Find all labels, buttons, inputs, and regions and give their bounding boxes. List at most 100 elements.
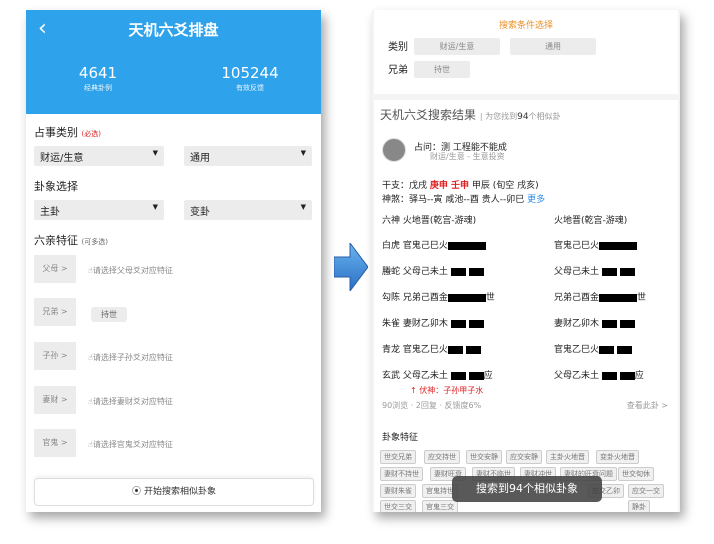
gua-select-changed[interactable]: 变卦 ▼ bbox=[184, 200, 312, 220]
right-yao-1: 官鬼己巳火 bbox=[554, 238, 638, 251]
stat-feedback-value: 105244 bbox=[221, 64, 279, 82]
yao-bar-broken bbox=[601, 319, 617, 328]
result-subtitle: | 为您找到94个相似卦 bbox=[480, 112, 561, 122]
relative-button-fumu[interactable]: 父母 > bbox=[34, 255, 76, 283]
relative-hint-guangui-text: 请选择官鬼爻对应特征 bbox=[92, 440, 173, 449]
stat-cases: 4641 经典卦例 bbox=[38, 64, 158, 93]
yao-bar-broken bbox=[616, 345, 632, 354]
left-yao-3: 勾陈 兄弟己酉金 世 bbox=[382, 290, 495, 303]
condition-title: 搜索条件选择 bbox=[498, 21, 553, 31]
shensha-more-link[interactable]: 更多 bbox=[527, 195, 545, 205]
chip-chishi[interactable]: 持世 bbox=[91, 307, 127, 322]
liuqin-section-label: 六亲特征 (可多选) bbox=[34, 232, 108, 248]
right-yao-5-text: 官鬼乙巳火 bbox=[554, 345, 600, 355]
shensha-text: 神煞：驿马--寅 咸池--酉 贵人--卯巳 bbox=[382, 195, 528, 205]
yao-bar-broken bbox=[465, 345, 481, 354]
right-yao-4-text: 妻财乙卯木 bbox=[554, 319, 600, 329]
condition-label-xiongdi: 兄弟 bbox=[388, 65, 408, 76]
stat-feedback: 105244 有效反馈 bbox=[190, 64, 310, 93]
feature-tag[interactable]: 世交三交 bbox=[380, 500, 416, 512]
yao-bar-solid bbox=[599, 241, 638, 250]
relative-button-qicai[interactable]: 妻财 > bbox=[34, 386, 76, 414]
relative-button-xiongdi[interactable]: 兄弟 > bbox=[34, 298, 76, 326]
yao-bar-broken bbox=[599, 345, 615, 354]
yao-bar-broken bbox=[468, 319, 484, 328]
right-yao-5: 官鬼乙巳火 bbox=[554, 342, 632, 355]
view-gua-link[interactable]: 查看此卦 > bbox=[627, 400, 668, 411]
left-yao-1: 白虎 官鬼己巳火 bbox=[382, 238, 486, 251]
feature-tag[interactable]: 应交安静 bbox=[506, 450, 542, 464]
condition-chip-chishi[interactable]: 持世 bbox=[414, 61, 470, 78]
result-card: 天机六爻搜索结果 | 为您找到94个相似卦 占问：测 工程能不能成 财运/生意 … bbox=[374, 100, 678, 512]
left-yao-4: 朱雀 妻财乙卯木 bbox=[382, 316, 484, 329]
avatar bbox=[382, 138, 406, 162]
gua-section-label: 卦象选择 bbox=[34, 180, 78, 193]
question-category: 财运/生意 - 生意投资 bbox=[430, 152, 505, 161]
feature-tag[interactable]: 妻财朱雀 bbox=[380, 484, 416, 498]
ganzhi-highlight: 庚申 壬申 bbox=[429, 181, 470, 191]
yao-bar-broken bbox=[447, 345, 463, 354]
feature-title: 卦象特征 bbox=[382, 433, 419, 443]
relative-button-zisun[interactable]: 子孙 > bbox=[34, 342, 76, 370]
left-yao-5: 青龙 官鬼乙巳火 bbox=[382, 342, 481, 355]
feature-tag[interactable]: 变卦火地晋 bbox=[596, 450, 639, 464]
feature-tag[interactable]: 主卦火地晋 bbox=[546, 450, 589, 464]
ganzhi-pre: 干支：戊戌 bbox=[382, 181, 430, 191]
yao-bar-solid bbox=[447, 241, 486, 250]
left-yao-2-text: 螣蛇 父母己未土 bbox=[382, 267, 448, 277]
yao-bar-broken bbox=[619, 371, 635, 380]
relative-hint-fumu: ☝请选择父母爻对应特征 bbox=[88, 265, 173, 276]
right-yao-6-text: 父母乙未土 bbox=[554, 371, 600, 381]
start-search-button[interactable]: ⦿ 开始搜索相似卦象 bbox=[34, 478, 314, 506]
relative-hint-fumu-text: 请选择父母爻对应特征 bbox=[92, 266, 173, 275]
right-yao-6: 父母乙未土 应 bbox=[554, 368, 644, 381]
gua-select-main[interactable]: 主卦 ▼ bbox=[34, 200, 164, 220]
condition-card: 搜索条件选择 类别 财运/生意 通用 兄弟 持世 bbox=[374, 10, 678, 94]
yao-bar-broken bbox=[450, 371, 466, 380]
category-select-1[interactable]: 财运/生意 ▼ bbox=[34, 146, 164, 166]
result-title-text: 天机六爻搜索结果 bbox=[380, 108, 477, 122]
ying-marker: 应 bbox=[634, 371, 644, 381]
result-sub-post: 个相似卦 bbox=[528, 112, 561, 121]
feature-tag[interactable]: 妻财不持世 bbox=[380, 467, 423, 481]
fushen-note: ↑ 伏神：子孙甲子水 bbox=[410, 386, 484, 395]
feature-tag[interactable]: 应交持世 bbox=[424, 450, 460, 464]
ying-marker: 应 bbox=[483, 371, 493, 381]
left-yao-3-text: 勾陈 兄弟己酉金 bbox=[382, 293, 448, 303]
dropdown-caret-icon: ▼ bbox=[152, 203, 158, 211]
feature-tag[interactable]: 应交一交 bbox=[628, 484, 664, 498]
category-select-2[interactable]: 通用 ▼ bbox=[184, 146, 312, 166]
back-icon[interactable]: ‹ bbox=[38, 16, 47, 41]
right-yao-4: 妻财乙卯木 bbox=[554, 316, 635, 329]
search-icon: ⦿ bbox=[132, 487, 142, 497]
search-form-screen: ‹ 天机六爻排盘 4641 经典卦例 105244 有效反馈 占事类别 (必选)… bbox=[26, 10, 321, 512]
relative-button-guangui[interactable]: 官鬼 > bbox=[34, 429, 76, 457]
required-note: (必选) bbox=[81, 130, 101, 138]
relative-hint-zisun: ☝请选择子孙爻对应特征 bbox=[88, 352, 173, 363]
feature-tag[interactable]: 世交兄弟 bbox=[380, 450, 416, 464]
feature-tag[interactable]: 官鬼三交 bbox=[422, 500, 458, 512]
feature-tag[interactable]: 静卦 bbox=[628, 500, 650, 512]
yao-bar-broken bbox=[601, 371, 617, 380]
left-yao-1-text: 白虎 官鬼己巳火 bbox=[382, 241, 448, 251]
feature-tag[interactable]: 世交旬休 bbox=[618, 467, 654, 481]
condition-chip-tongyong[interactable]: 通用 bbox=[510, 38, 596, 55]
dropdown-caret-icon: ▼ bbox=[300, 203, 306, 211]
yao-bar-broken bbox=[450, 319, 466, 328]
yao-bar-broken bbox=[619, 267, 635, 276]
stat-feedback-label: 有效反馈 bbox=[236, 84, 264, 92]
left-yao-2: 螣蛇 父母己未土 bbox=[382, 264, 484, 277]
relative-hint-qicai-text: 请选择妻财爻对应特征 bbox=[92, 397, 173, 406]
header: ‹ 天机六爻排盘 4641 经典卦例 105244 有效反馈 bbox=[26, 10, 321, 114]
right-yao-1-text: 官鬼己巳火 bbox=[554, 241, 600, 251]
relative-hint-qicai: ☝请选择妻财爻对应特征 bbox=[88, 396, 173, 407]
page-title: 天机六爻排盘 bbox=[128, 21, 219, 39]
yao-bar-broken bbox=[468, 371, 484, 380]
liuqin-label: 六亲特征 bbox=[34, 234, 78, 247]
feature-tag[interactable]: 世交安静 bbox=[466, 450, 502, 464]
yao-bar-broken bbox=[450, 267, 466, 276]
condition-chip-caiyun[interactable]: 财运/生意 bbox=[414, 38, 500, 55]
yao-bar-broken bbox=[601, 267, 617, 276]
result-stats: 90浏览 · 2回复 · 反馈度6% bbox=[382, 401, 482, 410]
condition-label-category: 类别 bbox=[388, 42, 408, 53]
